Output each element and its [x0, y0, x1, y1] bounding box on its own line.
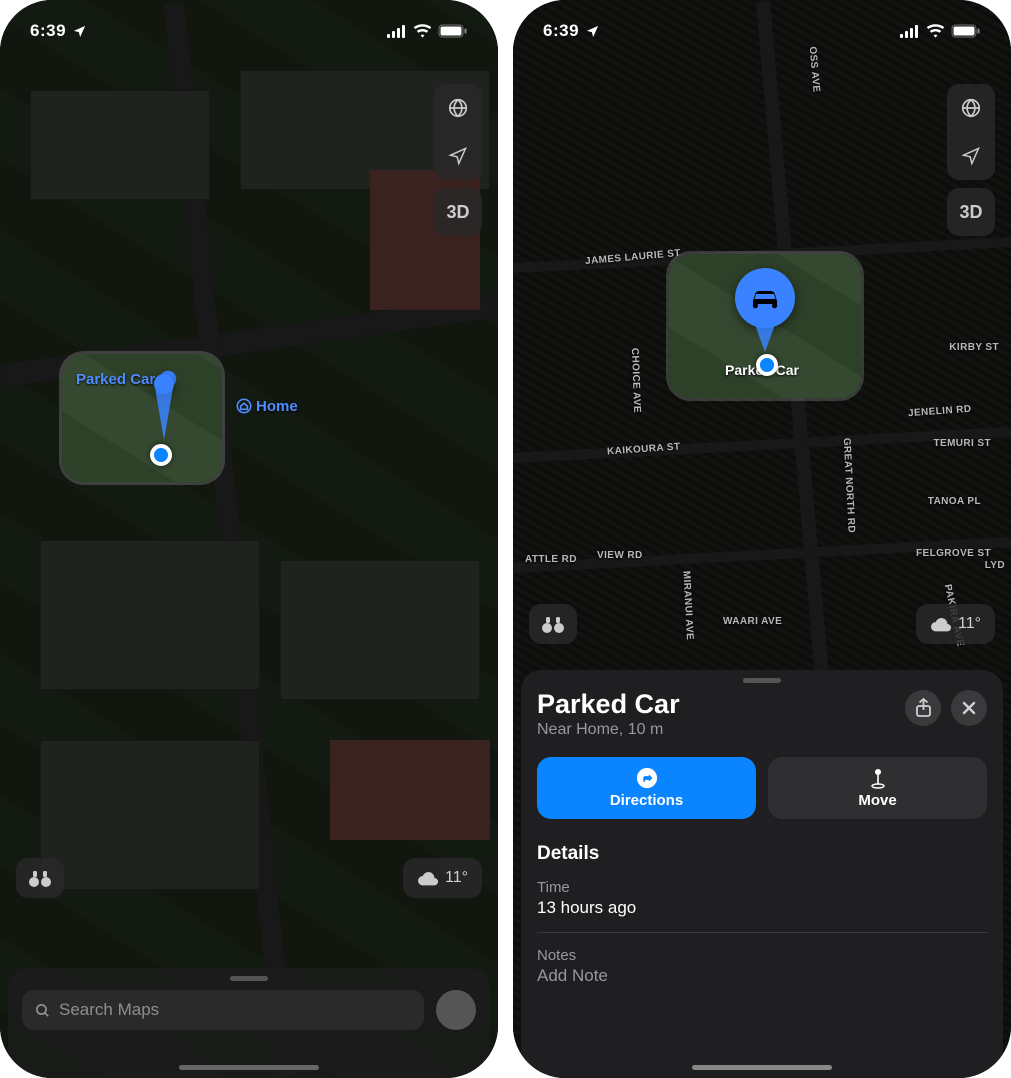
street-label: VIEW RD [597, 550, 643, 561]
location-arrow-icon [585, 24, 600, 39]
street-label: FELGROVE ST [916, 548, 991, 559]
weather-temp: 11° [445, 869, 468, 887]
close-button[interactable] [951, 690, 987, 726]
locate-me-button[interactable] [961, 132, 981, 180]
status-time: 6:39 [30, 21, 66, 41]
time-label: Time [537, 879, 987, 896]
map-controls: 3D [434, 84, 482, 236]
map-controls: 3D [947, 84, 995, 236]
location-arrow-icon [961, 146, 981, 166]
street-label: CHOICE AVE [629, 348, 642, 413]
battery-icon [438, 24, 468, 38]
street-label: ATTLE RD [525, 554, 577, 565]
detail-row-notes[interactable]: Notes Add Note [537, 947, 987, 1000]
move-button[interactable]: Move [768, 757, 987, 819]
street-label: KIRBY ST [949, 342, 999, 353]
car-icon [747, 284, 783, 312]
phone-right: OSS AVE JAMES LAURIE ST KIRBY ST CHOICE … [513, 0, 1011, 1078]
map-control-stack [947, 84, 995, 180]
cellular-icon [900, 25, 920, 38]
phone-left: Parked Car Home 6:39 [0, 0, 498, 1078]
binoculars-icon [541, 614, 565, 634]
status-bar: 6:39 [513, 0, 1011, 54]
globe-icon [960, 97, 982, 119]
wifi-icon [413, 24, 432, 38]
share-icon [915, 698, 932, 718]
detail-row-time: Time 13 hours ago [537, 879, 987, 933]
move-pin-icon [868, 767, 888, 789]
street-label: LYD [985, 560, 1005, 571]
map-control-stack [434, 84, 482, 180]
grabber-handle[interactable] [743, 678, 781, 683]
globe-icon [447, 97, 469, 119]
view-3d-button[interactable]: 3D [434, 188, 482, 236]
view-3d-label: 3D [446, 202, 469, 223]
search-icon [34, 1002, 51, 1019]
share-button[interactable] [905, 690, 941, 726]
directions-label: Directions [610, 792, 683, 809]
home-text: Home [256, 398, 298, 415]
map-canvas[interactable] [0, 0, 498, 1078]
cellular-icon [387, 25, 407, 38]
location-arrow-icon [448, 146, 468, 166]
directions-button[interactable]: Directions [537, 757, 756, 819]
street-label: TANOA PL [928, 496, 981, 507]
home-indicator [179, 1065, 319, 1070]
notes-label: Notes [537, 947, 987, 964]
cloud-icon [417, 870, 439, 886]
current-location-dot [150, 444, 172, 466]
place-title: Parked Car [537, 690, 680, 720]
status-bar: 6:39 [0, 0, 498, 54]
time-value: 13 hours ago [537, 898, 987, 918]
view-3d-label: 3D [959, 202, 982, 223]
details-heading: Details [537, 843, 987, 865]
car-pin-large [735, 268, 795, 352]
grabber-handle[interactable] [230, 976, 268, 981]
map-dim-overlay [0, 0, 498, 1078]
street-label: TEMURI ST [934, 438, 992, 449]
look-around-button[interactable] [16, 858, 64, 898]
place-subtitle: Near Home, 10 m [537, 721, 680, 739]
parked-car-text: Parked Car [76, 371, 155, 388]
home-label[interactable]: Home [236, 396, 298, 415]
location-arrow-icon [72, 24, 87, 39]
place-detail-sheet[interactable]: Parked Car Near Home, 10 m Directions Mo… [521, 670, 1003, 1078]
notes-placeholder: Add Note [537, 966, 987, 986]
street-label: WAARI AVE [723, 616, 782, 627]
wifi-icon [926, 24, 945, 38]
map-mode-button[interactable] [447, 84, 469, 132]
cloud-icon [930, 616, 952, 632]
map-mode-button[interactable] [960, 84, 982, 132]
search-placeholder: Search Maps [59, 1000, 159, 1020]
binoculars-icon [28, 868, 52, 888]
directions-icon [636, 767, 658, 789]
close-icon [962, 701, 976, 715]
search-input[interactable]: Search Maps [22, 990, 424, 1030]
current-location-dot [756, 354, 778, 376]
look-around-button[interactable] [529, 604, 577, 644]
home-indicator [692, 1065, 832, 1070]
locate-me-button[interactable] [448, 132, 468, 180]
battery-icon [951, 24, 981, 38]
home-icon [236, 398, 252, 414]
search-sheet[interactable]: Search Maps [8, 968, 490, 1078]
status-time: 6:39 [543, 21, 579, 41]
move-label: Move [858, 792, 896, 809]
weather-chip[interactable]: 11° [916, 604, 995, 644]
weather-temp: 11° [958, 615, 981, 633]
profile-avatar[interactable] [436, 990, 476, 1030]
view-3d-button[interactable]: 3D [947, 188, 995, 236]
car-pin-icon [154, 374, 174, 440]
weather-chip[interactable]: 11° [403, 858, 482, 898]
